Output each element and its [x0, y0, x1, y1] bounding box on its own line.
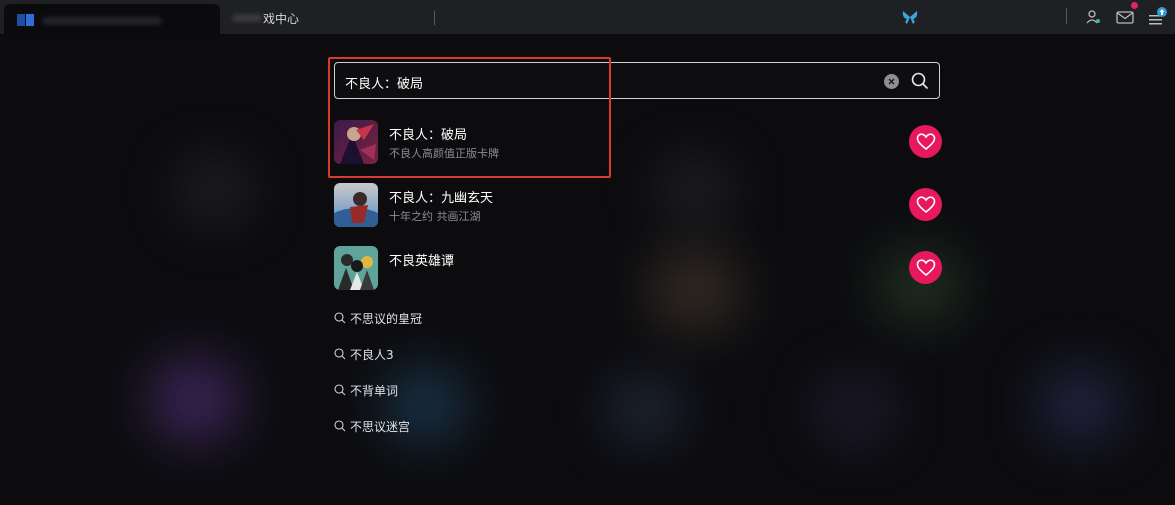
result-title: 不良英雄谭: [389, 254, 455, 269]
search-suggestion[interactable]: 不思议的皇冠: [334, 309, 422, 327]
search-suggestion[interactable]: 不思议迷宫: [334, 417, 410, 435]
suggestion-label: 不背单词: [350, 383, 399, 398]
mail-notification-badge: [1131, 2, 1138, 9]
search-icon: [911, 72, 929, 90]
game-icon: [334, 183, 378, 227]
search-result-item[interactable]: 不良人：九幽玄天 十年之约 共画江湖: [334, 183, 944, 227]
clear-search-button[interactable]: [884, 74, 899, 89]
heart-icon: [916, 258, 935, 276]
tab-label-blurred: [232, 14, 262, 22]
favorite-button[interactable]: [909, 125, 942, 158]
result-title: 不良人：九幽玄天: [389, 191, 494, 206]
search-button[interactable]: [909, 70, 931, 92]
game-icon: [334, 120, 378, 164]
tab-game-center[interactable]: 戏中心: [263, 10, 299, 27]
search-result-item[interactable]: 不良人：破局 不良人高颜值正版卡牌: [334, 120, 944, 164]
result-subtitle: 不良人高颜值正版卡牌: [389, 147, 499, 160]
result-title: 不良人：破局: [389, 128, 468, 143]
search-icon: [334, 348, 346, 360]
search-icon: [334, 312, 346, 324]
heart-icon: [916, 132, 935, 150]
search-icon: [334, 384, 346, 396]
favorite-button[interactable]: [909, 188, 942, 221]
mail-icon[interactable]: [1115, 7, 1135, 27]
search-suggestion[interactable]: 不良人3: [334, 345, 394, 363]
tab-active[interactable]: [4, 4, 220, 34]
search-input[interactable]: 不良人：破局: [345, 73, 423, 92]
user-icon[interactable]: [1083, 7, 1103, 27]
game-icon: [334, 246, 378, 290]
app-logo-icon: [16, 12, 36, 28]
menu-icon[interactable]: [1147, 7, 1167, 27]
favorite-button[interactable]: [909, 251, 942, 284]
search-icon: [334, 420, 346, 432]
suggestion-label: 不思议的皇冠: [350, 311, 423, 326]
suggestion-label: 不良人3: [350, 347, 394, 362]
tab-divider: [434, 11, 435, 25]
search-box[interactable]: 不良人：破局: [334, 62, 940, 99]
close-icon: [888, 78, 895, 85]
result-subtitle: 十年之约 共画江湖: [389, 210, 481, 223]
toolbar-divider: [1066, 8, 1067, 24]
top-bar: 戏中心: [0, 0, 1175, 34]
search-result-item[interactable]: 不良英雄谭: [334, 246, 944, 290]
heart-icon: [916, 195, 935, 213]
tab-title-blurred: [42, 17, 162, 25]
search-suggestion[interactable]: 不背单词: [334, 381, 398, 399]
butterfly-icon[interactable]: [900, 7, 920, 27]
suggestion-label: 不思议迷宫: [350, 419, 411, 434]
